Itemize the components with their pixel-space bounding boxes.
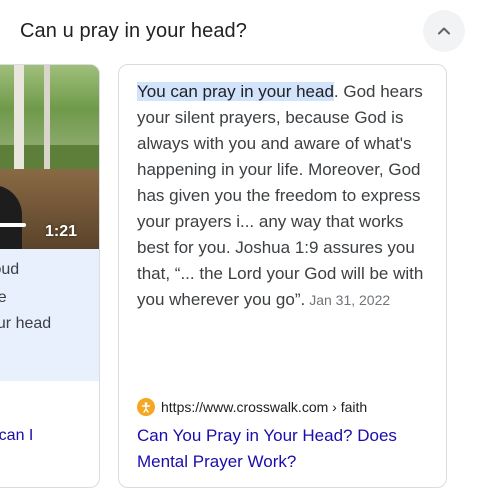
snippet-line: one (0, 289, 7, 307)
video-snippet: t loud one your head (0, 249, 99, 381)
video-duration: 1:21 (44, 223, 77, 240)
chevron-up-icon (438, 27, 450, 35)
snippet-line: t loud (0, 261, 20, 278)
video-result-card[interactable]: 1:21 t loud one your head tch or can I e (0, 64, 100, 488)
video-progress-bar (0, 223, 26, 227)
video-thumbnail[interactable]: 1:21 (0, 65, 99, 249)
highlighted-answer: You can pray in your head (137, 82, 334, 101)
source-url: https://www.crosswalk.com › faith (161, 399, 368, 415)
answer-result-card[interactable]: You can pray in your head. God hears you… (118, 64, 447, 488)
answer-date: Jan 31, 2022 (309, 292, 391, 308)
collapse-button[interactable] (423, 10, 465, 52)
crosswalk-favicon-icon (137, 398, 155, 416)
result-title-link[interactable]: Can You Pray in Your Head? Does Mental P… (137, 423, 437, 475)
result-source[interactable]: https://www.crosswalk.com › faith (137, 398, 367, 416)
answer-text: . God hears your silent prayers, because… (137, 82, 424, 309)
answer-snippet: You can pray in your head. God hears you… (137, 79, 437, 313)
video-title-link[interactable]: or can I (0, 427, 33, 445)
snippet-line: your head (0, 315, 52, 332)
question-heading[interactable]: Can u pray in your head? (20, 20, 247, 43)
